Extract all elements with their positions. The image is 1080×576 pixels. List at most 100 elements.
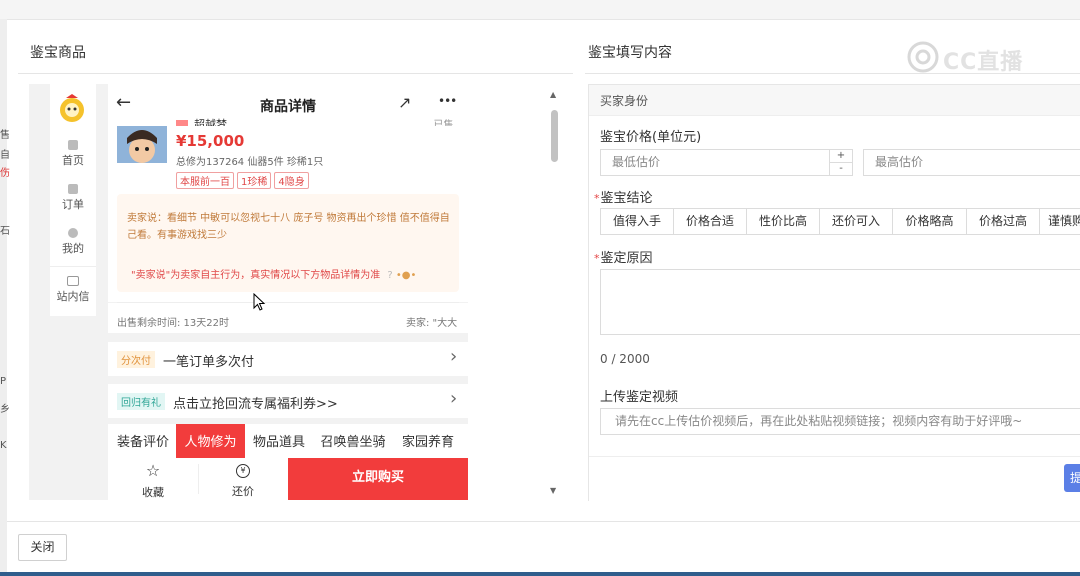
required-mark: *	[594, 252, 600, 265]
favorite-label: 收藏	[142, 486, 164, 499]
sidebar-item-orders[interactable]: 订单	[50, 184, 96, 212]
product-name: 超越梦	[194, 118, 227, 126]
divider	[589, 456, 1080, 457]
tab-character[interactable]: 人物修为	[176, 424, 245, 458]
conclusion-option[interactable]: 值得入手	[600, 208, 674, 235]
help-icon[interactable]: ?	[387, 270, 392, 281]
conclusion-option[interactable]: 价格过高	[966, 208, 1040, 235]
page-title: 商品详情	[260, 99, 316, 115]
tab-items[interactable]: 物品道具	[245, 424, 313, 458]
cc-watermark: CC直播	[905, 40, 1050, 75]
dots-icon: •●•	[395, 270, 417, 281]
conclusion-option[interactable]: 价格略高	[892, 208, 967, 235]
mail-icon	[67, 276, 79, 286]
max-price-input[interactable]: 最高估价	[863, 149, 1080, 176]
seller-note-box: 卖家说：看细节 中敏可以忽视七十八 庞子号 物资再出个珍惜 值不值得自己看。有事…	[117, 194, 459, 292]
user-icon	[68, 228, 78, 238]
section-title: 买家身份	[600, 94, 649, 108]
submit-label: 提交	[1070, 471, 1080, 513]
right-panel-title: 鉴宝填写内容	[588, 45, 672, 61]
video-placeholder: 请先在cc上传估价视频后，再在此处粘贴视频链接；视频内容有助于好评哦~	[615, 414, 1023, 428]
required-mark: *	[594, 192, 600, 205]
scrollbar-thumb[interactable]	[551, 110, 558, 162]
promo-tag: 分次付	[117, 351, 155, 368]
chevron-right-icon: ›	[450, 346, 458, 367]
sidebar-item-label: 首页	[62, 154, 84, 167]
buy-now-button[interactable]: 立即购买	[288, 458, 468, 500]
disclaimer-text: "卖家说"为卖家自主行为，真实情况以下方物品详情为准	[131, 270, 381, 281]
cc-logo-icon	[907, 41, 939, 73]
home-icon	[68, 140, 78, 150]
seller-note: 卖家说：看细节 中敏可以忽视七十八 庞子号 物资再出个珍惜 值不值得自己看。有事…	[127, 210, 453, 244]
tag: 1珍稀	[237, 172, 272, 189]
order-icon	[68, 184, 78, 194]
conclusion-option[interactable]: 谨慎购买	[1039, 208, 1080, 235]
tab-equipment[interactable]: 装备评价	[110, 424, 176, 458]
sold-label: ...已售	[424, 120, 454, 126]
sale-info: 出售剩余时间: 13天22时 卖家: "大大	[108, 303, 468, 333]
conclusion-option[interactable]: 性价比高	[746, 208, 820, 235]
preview-scrollbar[interactable]: ▲ ▼	[547, 84, 561, 500]
promo-return-gift[interactable]: 回归有礼 点击立抢回流专属福利券>> ›	[108, 384, 468, 418]
promo-text: 一笔订单多次付	[163, 355, 255, 370]
watermark-text: CC直播	[943, 50, 1024, 75]
video-label: 上传鉴定视频	[600, 390, 679, 405]
form-section-header: 买家身份	[589, 85, 1080, 116]
divider	[50, 266, 96, 267]
promo-installment[interactable]: 分次付 一笔订单多次付 ›	[108, 342, 468, 376]
phone-header: ← 商品详情 ↗ •••	[108, 84, 468, 126]
favorite-button[interactable]: ☆ 收藏	[108, 458, 198, 500]
more-icon[interactable]: •••	[438, 94, 457, 108]
price-label: 鉴宝价格(单位元)	[600, 130, 702, 145]
scroll-up-icon[interactable]: ▲	[550, 90, 556, 99]
conclusion-option[interactable]: 还价可入	[819, 208, 893, 235]
promo-tag: 回归有礼	[117, 393, 165, 410]
taskbar-strip	[0, 572, 1080, 576]
bargain-button[interactable]: ¥ 还价	[198, 458, 288, 500]
left-panel-title: 鉴宝商品	[30, 45, 86, 61]
scroll-down-icon[interactable]: ▼	[550, 486, 556, 495]
reason-label-text: 鉴定原因	[600, 251, 653, 266]
video-link-input[interactable]: 请先在cc上传估价视频后，再在此处粘贴视频链接；视频内容有助于好评哦~	[600, 408, 1080, 435]
divider	[7, 521, 1080, 522]
badge	[176, 120, 188, 126]
promo-text: 点击立抢回流专属福利券>>	[173, 397, 338, 412]
product-stats: 总修为137264 仙器5件 珍稀1只	[176, 157, 324, 168]
stepper-down-icon[interactable]: -	[830, 163, 852, 175]
tag: 本服前一百	[176, 172, 234, 189]
stepper-up-icon[interactable]: +	[830, 150, 852, 163]
detail-tabs: 装备评价 人物修为 物品道具 召唤兽坐骑 家园养育	[108, 424, 468, 458]
product-price: ¥15,000	[176, 132, 245, 150]
sidebar-item-label: 订单	[62, 198, 84, 211]
star-icon: ☆	[145, 461, 161, 480]
edge-char: K	[0, 440, 7, 451]
divider	[18, 73, 573, 74]
background-page-edge	[0, 19, 7, 576]
share-icon[interactable]: ↗	[398, 93, 411, 112]
sidebar-item-profile[interactable]: 我的	[50, 228, 96, 256]
sidebar-item-home[interactable]: 首页	[50, 140, 96, 168]
chevron-right-icon: ›	[450, 388, 458, 409]
bargain-label: 还价	[232, 485, 254, 498]
seller-note-text: 看细节 中敏可以忽视七十八 庞子号 物资再出个珍惜 值不值得自己看。有事游戏找三…	[127, 213, 450, 241]
char-count: 0 / 2000	[600, 352, 650, 366]
tab-home[interactable]: 家园养育	[393, 424, 463, 458]
reason-label: *鉴定原因	[594, 247, 653, 266]
tab-pets[interactable]: 召唤兽坐骑	[313, 424, 393, 458]
submit-button[interactable]: 提交	[1064, 464, 1080, 513]
sidebar-item-messages[interactable]: 站内信	[50, 276, 96, 304]
product-tags: 本服前一百 1珍稀 4隐身	[176, 170, 312, 189]
max-price-placeholder: 最高估价	[875, 155, 924, 169]
seller-disclaimer: "卖家说"为卖家自主行为，真实情况以下方物品详情为准 ? •●•	[131, 266, 416, 281]
seller-note-prefix: 卖家说：	[127, 213, 167, 224]
close-button[interactable]: 关闭	[18, 534, 67, 561]
conclusion-option[interactable]: 价格合适	[673, 208, 747, 235]
min-price-input[interactable]: 最低估价 + -	[600, 149, 853, 176]
mouse-cursor-icon	[253, 293, 266, 311]
reason-textarea[interactable]	[600, 269, 1080, 335]
min-price-placeholder: 最低估价	[612, 155, 661, 169]
sidebar-item-label: 我的	[62, 242, 84, 255]
edge-char: 石	[0, 226, 10, 237]
price-stepper[interactable]: + -	[829, 150, 852, 175]
tag: 4隐身	[274, 172, 309, 189]
